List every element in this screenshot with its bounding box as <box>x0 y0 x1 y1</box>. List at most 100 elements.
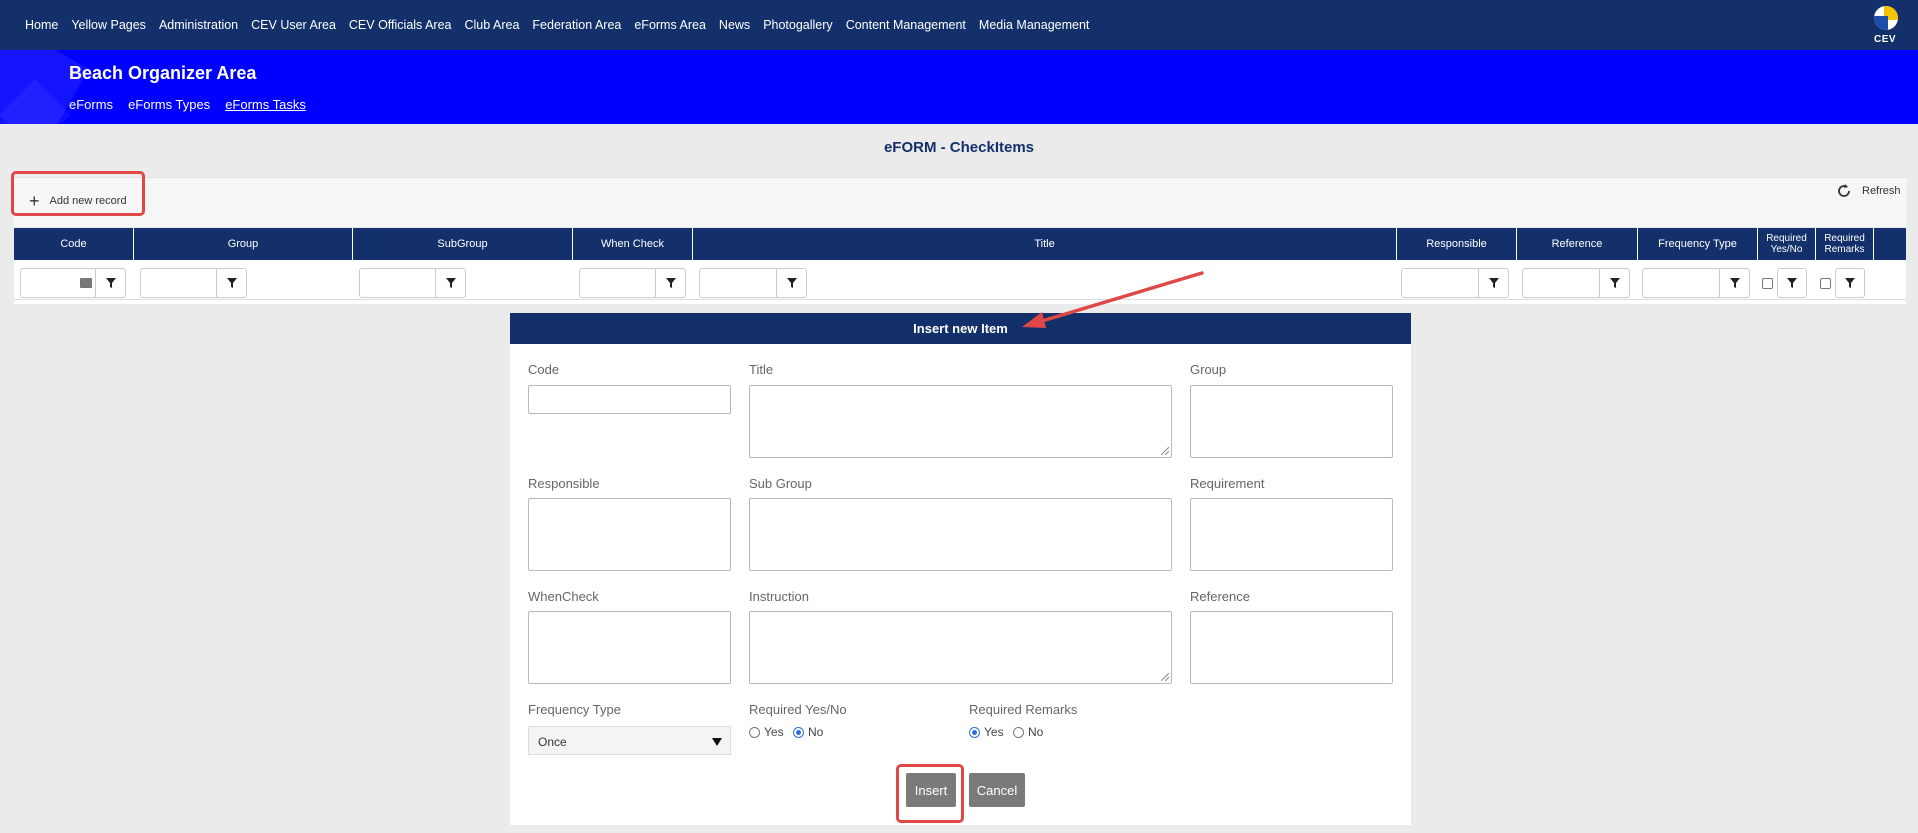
required-remarks-no-option[interactable]: No <box>1013 725 1043 739</box>
refresh-button[interactable]: Refresh <box>1836 183 1901 199</box>
insert-item-panel: Insert new Item Code Title Group Respons… <box>510 313 1411 825</box>
link-eforms[interactable]: eForms <box>69 97 113 112</box>
required-remarks-yes-option[interactable]: Yes <box>969 725 1004 739</box>
requirement-label: Requirement <box>1190 476 1265 491</box>
required-remarks-label: Required Remarks <box>969 702 1078 717</box>
filter-button[interactable] <box>1479 268 1509 298</box>
filter-button[interactable] <box>1600 268 1630 298</box>
dropdown-arrow-icon <box>712 738 722 746</box>
filter-frequency-type <box>1642 268 1750 298</box>
filter-button[interactable] <box>217 268 247 298</box>
nav-cev-officials-area[interactable]: CEV Officials Area <box>349 18 452 32</box>
highlight-box <box>896 764 964 823</box>
link-eforms-tasks[interactable]: eForms Tasks <box>225 97 306 112</box>
column-header-when-check[interactable]: When Check <box>573 228 693 260</box>
filter-group <box>140 268 247 298</box>
nav-eforms-area[interactable]: eForms Area <box>634 18 706 32</box>
column-header-reference[interactable]: Reference <box>1517 228 1638 260</box>
filter-frequency-type-input[interactable] <box>1642 268 1720 298</box>
required-yes-no-no-option[interactable]: No <box>793 725 823 739</box>
column-header-required-remarks[interactable]: Required Remarks <box>1816 228 1874 260</box>
title-textarea[interactable] <box>749 385 1172 458</box>
reference-textarea[interactable] <box>1190 611 1393 684</box>
reference-label: Reference <box>1190 589 1250 604</box>
link-eforms-types[interactable]: eForms Types <box>128 97 210 112</box>
column-header-title[interactable]: Title <box>693 228 1397 260</box>
annotation-arrow-icon <box>1022 271 1204 328</box>
title-label: Title <box>749 362 774 377</box>
group-textarea[interactable] <box>1190 385 1393 458</box>
calendar-icon[interactable] <box>80 278 92 288</box>
radio-label-no: No <box>808 725 824 739</box>
filter-button[interactable] <box>1720 268 1750 298</box>
refresh-icon <box>1838 184 1850 197</box>
filter-button[interactable] <box>777 268 807 298</box>
nav-club-area[interactable]: Club Area <box>465 18 520 32</box>
column-header-required-yes-no[interactable]: Required Yes/No <box>1758 228 1816 260</box>
radio-button-selected[interactable] <box>793 726 804 738</box>
required-yes-no-yes-option[interactable]: Yes <box>749 725 784 739</box>
filter-icon <box>105 278 116 288</box>
page-title: eFORM - CheckItems <box>883 139 1035 156</box>
filter-icon <box>226 278 237 288</box>
filter-button[interactable] <box>1777 268 1807 298</box>
filter-button[interactable] <box>96 268 126 298</box>
filter-when-check <box>579 268 686 298</box>
nav-cev-user-area[interactable]: CEV User Area <box>251 18 336 32</box>
radio-button-selected[interactable] <box>969 726 980 738</box>
area-links: eForms eForms Types eForms Tasks <box>69 97 306 112</box>
filter-button[interactable] <box>656 268 686 298</box>
area-header: Beach Organizer Area eForms eForms Types… <box>0 50 1918 124</box>
filter-icon <box>786 278 797 288</box>
column-header-responsible[interactable]: Responsible <box>1397 228 1517 260</box>
nav-media-management[interactable]: Media Management <box>979 18 1089 32</box>
column-header-code[interactable]: Code <box>14 228 134 260</box>
instruction-label: Instruction <box>749 589 809 604</box>
requirement-textarea[interactable] <box>1190 498 1393 571</box>
radio-button[interactable] <box>1013 726 1024 738</box>
filter-subgroup-input[interactable] <box>359 268 436 298</box>
cev-logo[interactable]: CEV <box>1869 6 1901 46</box>
frequency-type-label: Frequency Type <box>528 702 621 717</box>
nav-federation-area[interactable]: Federation Area <box>532 18 621 32</box>
radio-label-no: No <box>1028 725 1044 739</box>
nav-news[interactable]: News <box>719 18 750 32</box>
grid-toolbar: + Add new record <box>13 177 1907 227</box>
radio-button[interactable] <box>749 726 760 738</box>
column-header-subgroup[interactable]: SubGroup <box>353 228 573 260</box>
area-title: Beach Organizer Area <box>69 63 257 83</box>
nav-content-management[interactable]: Content Management <box>846 18 966 32</box>
filter-responsible <box>1401 268 1509 298</box>
filter-required-yes-no-checkbox[interactable] <box>1762 278 1773 289</box>
resize-handle-icon[interactable] <box>1161 447 1169 455</box>
highlight-box <box>11 171 145 216</box>
filter-code-input[interactable] <box>20 268 96 298</box>
checkitems-grid: Code Group SubGroup When Check Title Res… <box>14 228 1906 304</box>
insert-item-header: Insert new Item <box>510 313 1411 344</box>
filter-button[interactable] <box>1835 268 1865 298</box>
nav-yellow-pages[interactable]: Yellow Pages <box>71 18 146 32</box>
column-header-frequency-type[interactable]: Frequency Type <box>1638 228 1758 260</box>
code-label: Code <box>528 362 560 377</box>
filter-required-remarks-checkbox[interactable] <box>1820 278 1831 289</box>
nav-photogallery[interactable]: Photogallery <box>763 18 833 32</box>
instruction-textarea[interactable] <box>749 611 1172 684</box>
column-header-group[interactable]: Group <box>134 228 353 260</box>
cancel-button[interactable]: Cancel <box>969 773 1025 807</box>
nav-administration[interactable]: Administration <box>159 18 238 32</box>
filter-group-input[interactable] <box>140 268 217 298</box>
nav-home[interactable]: Home <box>25 18 58 32</box>
filter-button[interactable] <box>436 268 466 298</box>
refresh-label: Refresh <box>1862 185 1901 197</box>
filter-title-input[interactable] <box>699 268 777 298</box>
code-input[interactable] <box>528 385 731 414</box>
filter-responsible-input[interactable] <box>1401 268 1479 298</box>
sub-group-textarea[interactable] <box>749 498 1172 571</box>
filter-reference-input[interactable] <box>1522 268 1600 298</box>
frequency-type-select[interactable]: Once <box>528 726 731 755</box>
whencheck-textarea[interactable] <box>528 611 731 684</box>
filter-icon <box>1787 278 1797 288</box>
resize-handle-icon[interactable] <box>1161 673 1169 681</box>
responsible-textarea[interactable] <box>528 498 731 571</box>
filter-when-check-input[interactable] <box>579 268 656 298</box>
